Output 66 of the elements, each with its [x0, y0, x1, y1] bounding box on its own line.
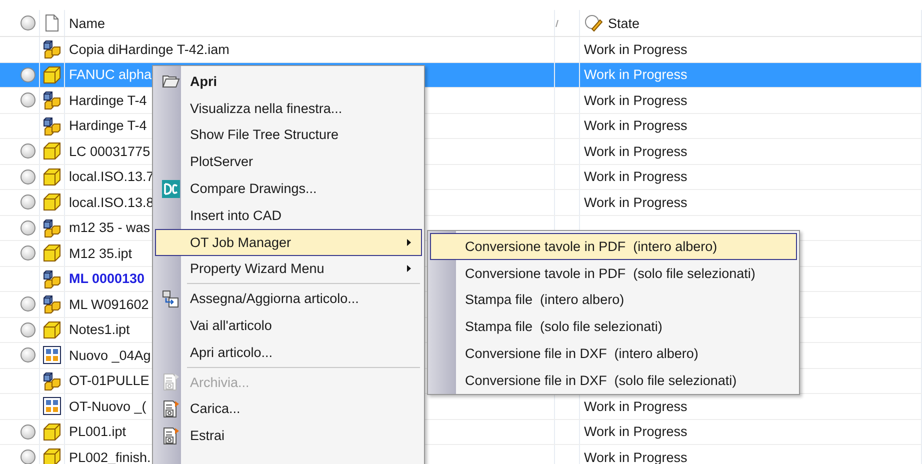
menu-item[interactable]: OT Job Manager: [155, 228, 422, 256]
assembly-cubes-icon: [42, 90, 62, 110]
part-cube-icon: [42, 166, 62, 187]
menu-item[interactable]: Conversione tavole in PDF (solo file selezionati): [430, 260, 797, 287]
sort-indicator-icon: [555, 20, 559, 26]
part-cube-icon: [42, 141, 62, 162]
state-cell: Work in Progress: [584, 169, 688, 184]
file-name: PL001.ipt: [69, 424, 126, 440]
state-cell: Work in Progress: [584, 67, 688, 82]
menu-item[interactable]: Vai all'articolo: [155, 312, 422, 339]
menu-item[interactable]: Conversione file in DXF (intero albero): [430, 340, 797, 367]
file-name: M12 35.ipt: [69, 246, 132, 261]
state-cell: Work in Progress: [584, 144, 688, 159]
state-cell: Work in Progress: [584, 424, 688, 440]
vault-file-icon: [162, 426, 180, 445]
assembly-cubes-icon: [42, 268, 62, 289]
menu-item[interactable]: Apri articolo...: [155, 338, 422, 366]
state-cell: Work in Progress: [584, 194, 688, 210]
menu-item[interactable]: Carica...: [155, 396, 422, 422]
folder-icon: [162, 74, 180, 88]
state-cell: Work in Progress: [584, 92, 688, 108]
part-cube-icon: [42, 320, 62, 340]
file-name: Hardinge T-4: [69, 118, 147, 134]
assembly-cubes-icon: [42, 116, 62, 136]
file-name: ML 0000130: [69, 271, 145, 286]
file-name: ML W091602: [69, 296, 149, 312]
state-cell: Work in Progress: [584, 118, 688, 134]
menu-item[interactable]: Conversione tavole in PDF (intero albero): [430, 233, 797, 260]
file-name: m12 35 - was: [69, 220, 150, 236]
drawing-sheet-icon: [42, 345, 62, 366]
state-cell: Work in Progress: [584, 398, 688, 414]
file-name: local.ISO.13.7: [69, 169, 154, 184]
drawing-sheet-icon: [42, 396, 62, 416]
assembly-cubes-icon: [42, 218, 62, 238]
file-name: OT-01PULLE: [69, 373, 150, 388]
vault-file-icon: [162, 400, 180, 418]
file-name: FANUC alpha: [69, 67, 152, 82]
part-cube-icon: [42, 64, 62, 85]
part-cube-icon: [42, 243, 62, 264]
file-name: Notes1.ipt: [69, 322, 130, 338]
menu-item[interactable]: Conversione file in DXF (solo file selezionati): [430, 366, 797, 394]
name-column-header[interactable]: Name: [69, 16, 106, 30]
state-column-header[interactable]: State: [608, 16, 640, 30]
assembly-cubes-icon: [42, 39, 62, 60]
file-name: Copia diHardinge T-42.iam: [69, 42, 230, 57]
vault-file-icon: [162, 373, 180, 392]
assembly-cubes-icon: [42, 370, 62, 391]
menu-item[interactable]: Assegna/Aggiorna articolo...: [155, 285, 422, 312]
file-name: Hardinge T-4: [69, 92, 147, 108]
file-name: OT-Nuovo _(: [69, 398, 146, 414]
file-name: local.ISO.13.8: [69, 194, 154, 210]
assembly-cubes-icon: [42, 294, 62, 314]
part-cube-icon: [42, 192, 62, 212]
assign-item-icon: [162, 290, 180, 308]
status-header-icon: [20, 15, 36, 31]
part-cube-icon: [42, 447, 62, 464]
pencil-tag-icon: [584, 14, 604, 32]
menu-item[interactable]: Property Wizard Menu: [155, 256, 422, 282]
menu-item[interactable]: Stampa file (intero albero): [430, 286, 797, 314]
part-cube-icon: [42, 422, 62, 442]
file-name: LC 00031775: [69, 144, 150, 159]
document-icon: [45, 14, 59, 32]
file-name: Nuovo _04Ag: [69, 348, 151, 363]
state-cell: Work in Progress: [584, 42, 688, 57]
menu-item[interactable]: Stampa file (solo file selezionati): [430, 313, 797, 340]
compare-logo-icon: [162, 180, 180, 198]
